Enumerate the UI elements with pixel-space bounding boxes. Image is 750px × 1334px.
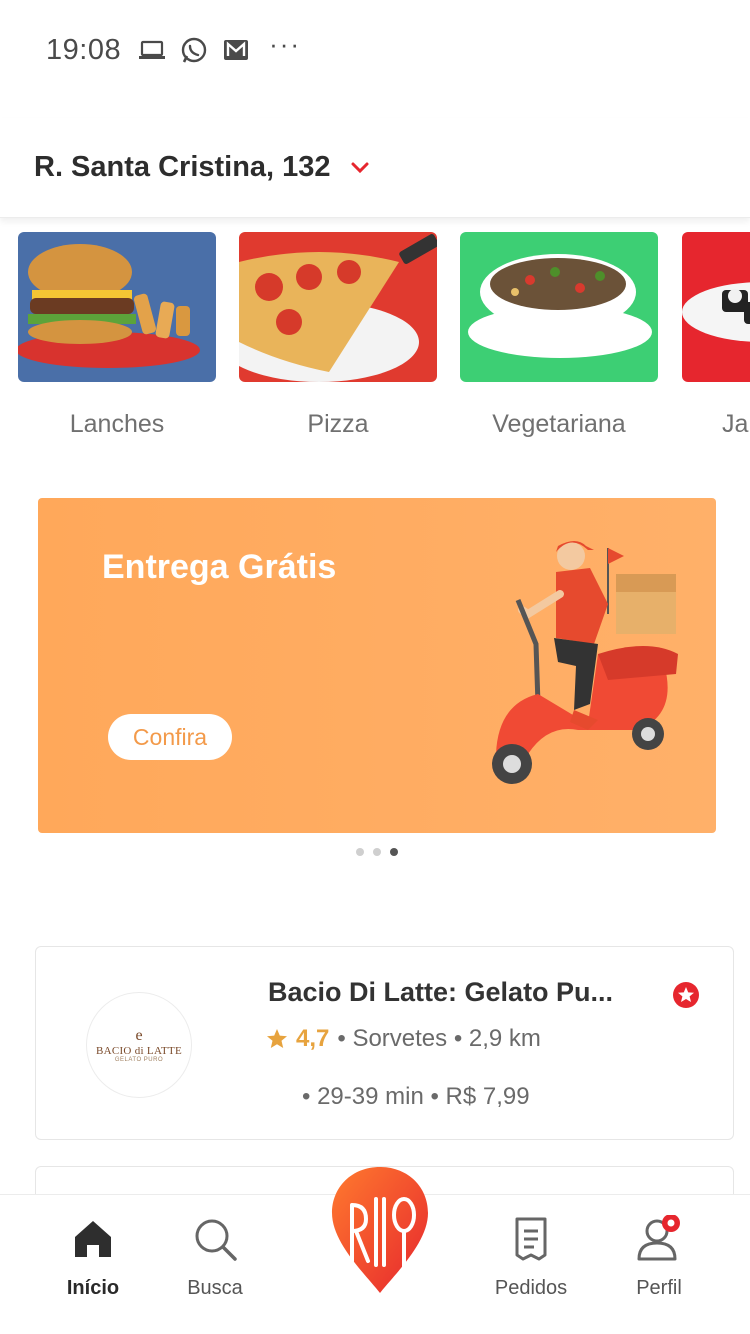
- restaurant-meta: 4,7 • Sorvetes • 2,9 km: [266, 1025, 541, 1053]
- restaurant-name: Bacio Di Latte: Gelato Pu...: [268, 977, 614, 1007]
- orders-icon: [515, 1217, 547, 1261]
- star-icon: [267, 1029, 287, 1048]
- status-time: 19:08: [46, 33, 122, 66]
- delivery-scooter-illustration: [492, 541, 678, 784]
- category-image: [18, 232, 216, 382]
- home-icon: [75, 1221, 111, 1257]
- nav-label: Busca: [187, 1277, 243, 1299]
- category-vegetariana[interactable]: Vegetariana: [460, 232, 658, 439]
- more-icon: ···: [269, 28, 302, 59]
- status-bar: 19:08 ···: [0, 0, 750, 100]
- restaurant-logo: e BACIO di LATTE GELATO PURO: [86, 992, 192, 1098]
- category-image: [239, 232, 437, 382]
- restaurant-category-distance: • Sorvetes • 2,9 km: [337, 1025, 541, 1052]
- pager-dot[interactable]: [356, 848, 364, 856]
- bottom-navigation: Início Busca Pedidos Perfil: [0, 1167, 750, 1334]
- category-pizza[interactable]: Pizza: [239, 232, 437, 439]
- restaurant-delivery-info: • 29-39 min • R$ 7,99: [302, 1083, 530, 1110]
- category-carousel[interactable]: Lanches Pizza Vegetariana Ja: [0, 232, 750, 452]
- nav-item-perfil[interactable]: Perfil: [604, 1215, 714, 1300]
- rating-value: 4,7: [296, 1025, 330, 1052]
- super-restaurant-badge-icon: [673, 982, 699, 1008]
- nav-item-inicio[interactable]: Início: [38, 1215, 148, 1300]
- nav-item-pedidos[interactable]: Pedidos: [476, 1215, 586, 1300]
- category-image: [460, 232, 658, 382]
- category-image: [682, 232, 750, 382]
- nav-label: Perfil: [636, 1277, 682, 1299]
- brand-logo-icon[interactable]: [330, 1165, 430, 1295]
- category-label: Lanches: [69, 410, 165, 438]
- search-icon: [195, 1219, 237, 1261]
- laptop-icon: [137, 35, 167, 65]
- category-label: Vegetariana: [492, 410, 626, 438]
- restaurant-card[interactable]: e BACIO di LATTE GELATO PURO Bacio Di La…: [35, 946, 734, 1140]
- pager-dot-active[interactable]: [390, 848, 398, 856]
- logo-name: BACIO di LATTE: [95, 1045, 183, 1057]
- profile-icon: [637, 1215, 680, 1261]
- banner-title: Entrega Grátis: [102, 548, 337, 586]
- category-japonesa[interactable]: Ja: [682, 232, 750, 439]
- nav-label: Início: [66, 1277, 120, 1299]
- logo-sub: GELATO PURO: [114, 1057, 164, 1063]
- chevron-down-icon[interactable]: [349, 157, 371, 179]
- nav-item-busca[interactable]: Busca: [160, 1215, 270, 1300]
- mail-icon: [221, 35, 251, 65]
- category-label: Ja: [722, 410, 749, 438]
- logo-mark: e: [135, 1027, 143, 1044]
- promo-banner[interactable]: Entrega Grátis Confira: [38, 498, 716, 833]
- whatsapp-icon: [179, 35, 209, 65]
- category-lanches[interactable]: Lanches: [18, 232, 216, 439]
- address-selector[interactable]: R. Santa Cristina, 132: [0, 118, 750, 218]
- pager-dot[interactable]: [373, 848, 381, 856]
- banner-cta-button[interactable]: Confira: [108, 714, 232, 760]
- banner-pager[interactable]: [356, 848, 398, 856]
- category-label: Pizza: [307, 410, 369, 438]
- address-text: R. Santa Cristina, 132: [34, 151, 331, 183]
- nav-label: Pedidos: [494, 1277, 568, 1299]
